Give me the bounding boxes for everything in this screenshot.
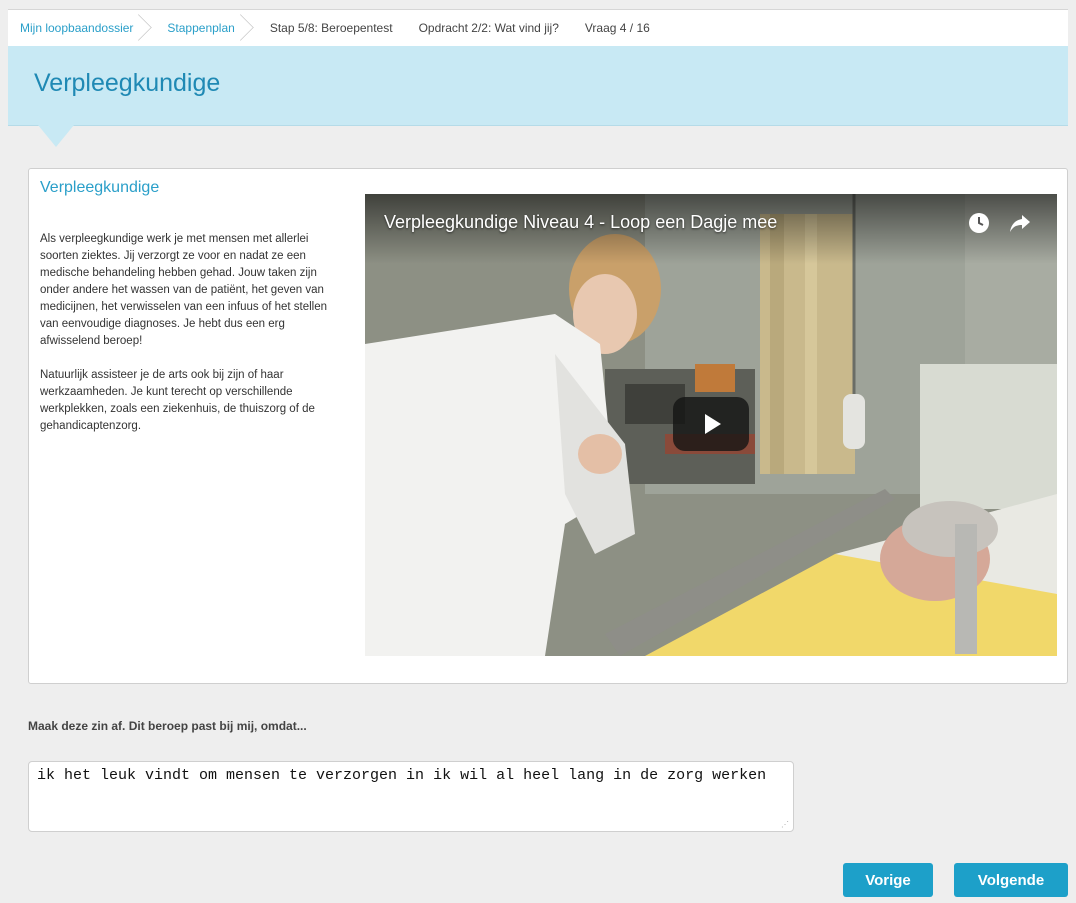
breadcrumb-step: Stap 5/8: Beroepentest <box>257 10 406 46</box>
page-title: Verpleegkundige <box>34 69 221 97</box>
breadcrumb-separator <box>125 14 153 41</box>
play-button[interactable] <box>673 397 749 451</box>
share-icon[interactable] <box>1008 211 1032 235</box>
next-button[interactable]: Volgende <box>954 863 1068 897</box>
answer-textarea[interactable]: ik het leuk vindt om mensen te verzorgen… <box>28 761 794 832</box>
breadcrumb-separator <box>227 14 254 41</box>
breadcrumb-assignment: Opdracht 2/2: Wat vind jij? <box>406 10 572 46</box>
previous-button[interactable]: Vorige <box>843 863 933 897</box>
breadcrumb-label: Stap 5/8: Beroepentest <box>269 21 393 35</box>
play-icon <box>705 414 721 434</box>
breadcrumb-label: Mijn loopbaandossier <box>20 21 134 35</box>
description-paragraph: Natuurlijk assisteer je de arts ook bij … <box>40 369 315 432</box>
breadcrumb-label: Opdracht 2/2: Wat vind jij? <box>418 21 559 35</box>
video-title[interactable]: Verpleegkundige Niveau 4 - Loop een Dagj… <box>384 212 777 233</box>
breadcrumb-label: Stappenplan <box>167 21 235 35</box>
breadcrumb-loopbaandossier[interactable]: Mijn loopbaandossier <box>8 10 155 46</box>
profession-description: Als verpleegkundige werk je met mensen m… <box>40 231 340 452</box>
breadcrumb-question-counter: Vraag 4 / 16 <box>572 10 663 46</box>
description-paragraph: Als verpleegkundige werk je met mensen m… <box>40 233 328 347</box>
breadcrumb-label: Vraag 4 / 16 <box>584 21 650 35</box>
profession-card: Verpleegkundige Als verpleegkundige werk… <box>28 168 1068 684</box>
breadcrumb: Mijn loopbaandossier Stappenplan Stap 5/… <box>8 9 1068 47</box>
video-player[interactable]: Verpleegkundige Niveau 4 - Loop een Dagj… <box>365 194 1057 656</box>
clock-icon[interactable] <box>967 211 991 235</box>
profession-title: Verpleegkundige <box>40 179 160 196</box>
header-pointer <box>38 125 74 147</box>
breadcrumb-stappenplan[interactable]: Stappenplan <box>155 10 256 46</box>
question-prompt: Maak deze zin af. Dit beroep past bij mi… <box>28 719 307 733</box>
resize-grip-icon[interactable]: ⋰ <box>781 820 789 829</box>
page-header: Verpleegkundige <box>8 46 1068 126</box>
